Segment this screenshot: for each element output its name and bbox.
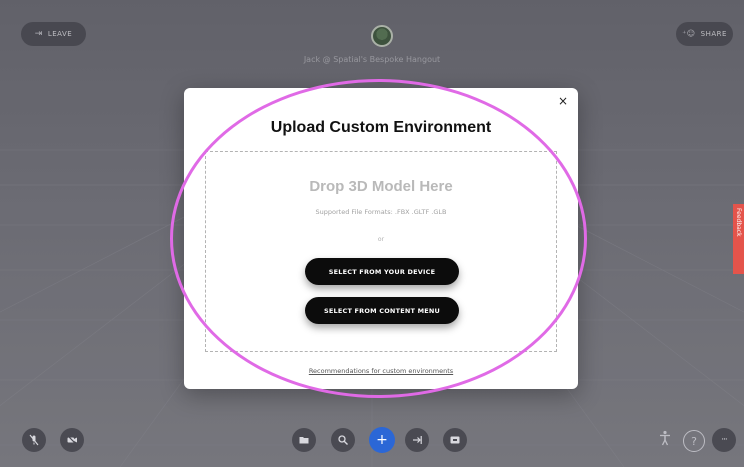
- select-from-content-menu-button[interactable]: SELECT FROM CONTENT MENU: [305, 297, 459, 324]
- feedback-label: Feedback: [735, 208, 742, 237]
- supported-formats: Supported File Formats: .FBX .GLTF .GLB: [315, 208, 447, 216]
- screen-share-icon: [413, 436, 422, 444]
- folder-icon: [299, 437, 309, 444]
- mic-toggle-button[interactable]: [22, 428, 46, 452]
- search-button[interactable]: [331, 428, 355, 452]
- close-icon[interactable]: ×: [556, 94, 570, 108]
- help-icon: ?: [691, 434, 697, 448]
- more-button[interactable]: ···: [712, 428, 736, 452]
- drop-zone[interactable]: Drop 3D Model Here Supported File Format…: [205, 151, 557, 352]
- modal-title: Upload Custom Environment: [270, 119, 492, 136]
- or-separator: or: [377, 236, 385, 243]
- search-icon: [338, 435, 348, 445]
- feedback-tab[interactable]: Feedback: [733, 204, 744, 274]
- help-button[interactable]: ?: [683, 430, 705, 452]
- select-from-device-button[interactable]: SELECT FROM YOUR DEVICE: [305, 258, 459, 285]
- add-icon: +: [376, 432, 388, 448]
- recommendations-link[interactable]: Recommendations for custom environments: [184, 367, 578, 375]
- media-icon: [450, 436, 460, 444]
- media-button[interactable]: [443, 428, 467, 452]
- upload-environment-modal: × Upload Custom Environment Drop 3D Mode…: [184, 88, 578, 389]
- camera-toggle-button[interactable]: [60, 428, 84, 452]
- add-button[interactable]: +: [369, 427, 395, 453]
- accessibility-icon[interactable]: [659, 430, 671, 450]
- mic-muted-icon: [29, 434, 39, 446]
- share-screen-button[interactable]: [405, 428, 429, 452]
- camera-off-icon: [66, 434, 78, 446]
- files-button[interactable]: [292, 428, 316, 452]
- more-icon: ···: [721, 434, 728, 445]
- drop-heading: Drop 3D Model Here: [309, 178, 453, 195]
